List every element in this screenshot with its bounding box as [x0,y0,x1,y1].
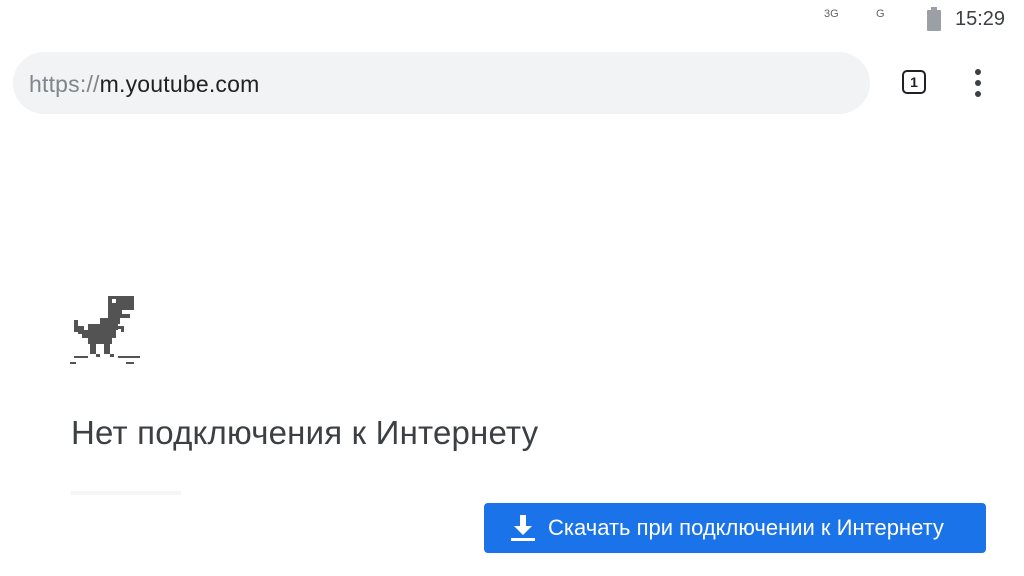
download-later-button[interactable]: Скачать при подключении к Интернету [484,503,986,553]
network-g-indicator: G [876,8,885,20]
tab-switcher-button[interactable]: 1 [902,70,926,94]
clock: 15:29 [955,8,1006,30]
tab-count: 1 [910,74,918,90]
url-host: m.youtube.com [99,71,260,97]
status-bar: 3G G 15:29 [0,0,1024,40]
download-button-label: Скачать при подключении к Интернету [548,515,944,540]
faded-text-line [71,491,181,495]
battery-icon [927,7,941,31]
download-icon [511,515,535,541]
url-scheme: https:// [29,71,100,97]
page-title: Нет подключения к Интернету [71,414,539,451]
address-bar[interactable]: https://m.youtube.com [13,52,870,114]
dino-icon [70,296,140,364]
network-3g-indicator: 3G [824,8,839,20]
url-text: https://m.youtube.com [29,71,259,98]
more-vert-icon[interactable] [968,66,990,100]
